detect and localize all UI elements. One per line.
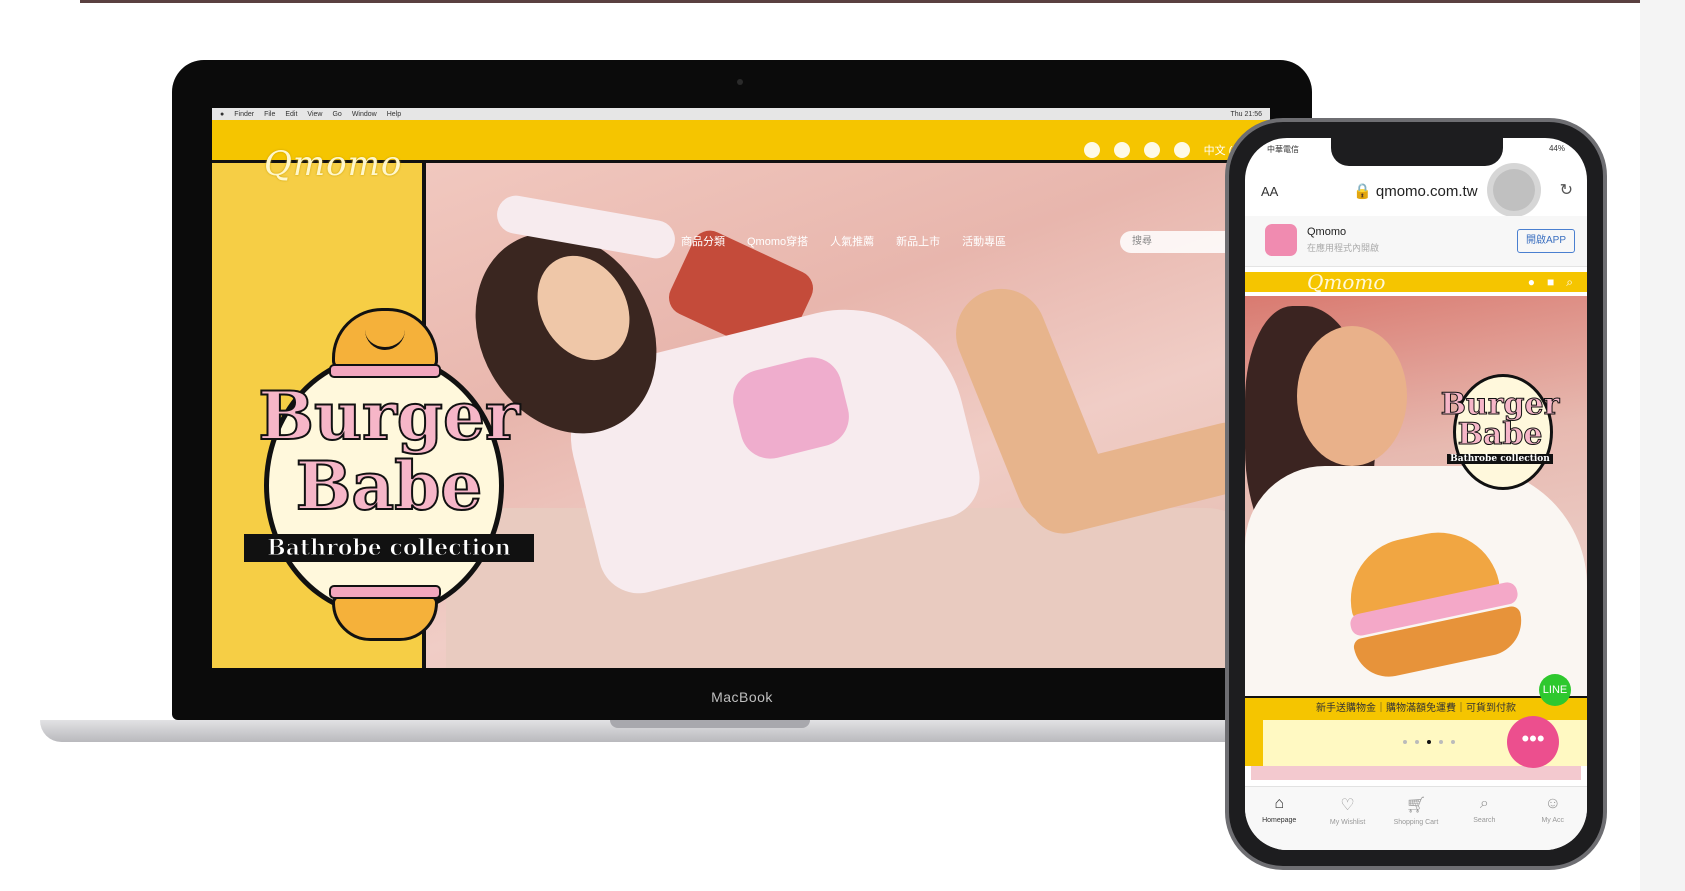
nav-item[interactable]: 人氣推薦: [830, 233, 874, 249]
burger-top-icon: [329, 308, 441, 378]
mobile-hero-banner[interactable]: Burger Babe Bathrobe collection: [1245, 296, 1587, 706]
text-size-button[interactable]: AA: [1261, 184, 1278, 199]
phone-notch: [1331, 138, 1503, 166]
cart-icon[interactable]: ■: [1547, 275, 1554, 290]
mobile-badge-line2: Babe: [1457, 417, 1543, 452]
account-icon: ☺: [1544, 795, 1561, 812]
carousel-dot[interactable]: [1451, 740, 1455, 744]
tab-label: My Acc: [1541, 817, 1565, 824]
tab-label: Homepage: [1262, 817, 1297, 824]
carousel-dot[interactable]: [1403, 740, 1407, 744]
phone-screen: 中華電信 44% AA 🔒 qmomo.com.tw ↻ Qmomo 在應用程式…: [1245, 138, 1587, 850]
tab-shopping-cart[interactable]: 🛒︎ Shopping Cart: [1386, 795, 1446, 850]
bottom-tab-bar: ⌂ Homepage ♡ My Wishlist 🛒︎ Shopping Car…: [1245, 786, 1587, 850]
open-app-button[interactable]: 開啟APP: [1517, 229, 1575, 253]
url-field[interactable]: 🔒 qmomo.com.tw: [1353, 182, 1478, 200]
laptop-brand-label: MacBook: [711, 689, 773, 705]
status-battery: 44%: [1548, 144, 1565, 153]
cart-icon[interactable]: [1143, 142, 1160, 158]
reload-icon[interactable]: ↻: [1560, 180, 1573, 200]
menu-help[interactable]: Help: [387, 111, 401, 118]
smart-app-banner: Qmomo 在應用程式內開啟 開啟APP: [1245, 216, 1587, 267]
globe-icon[interactable]: [1173, 142, 1190, 158]
badge-subtitle: Bathrobe collection: [244, 534, 534, 562]
user-icon[interactable]: ●: [1528, 275, 1535, 290]
site-nav: 商品分類 Qmomo穿搭 人氣推薦 新品上市 活動專區: [681, 233, 1006, 249]
app-description: 在應用程式內開啟: [1307, 243, 1380, 253]
nav-item[interactable]: 新品上市: [896, 233, 940, 249]
mobile-model-face: [1297, 326, 1407, 466]
hero-banner[interactable]: 商品分類 Qmomo穿搭 人氣推薦 新品上市 活動專區 搜尋: [426, 163, 1270, 668]
apple-menu-icon[interactable]: ●: [220, 111, 224, 118]
menu-go[interactable]: Go: [332, 111, 341, 118]
laptop-chin: MacBook: [172, 668, 1312, 720]
menu-window[interactable]: Window: [352, 111, 377, 118]
url-text: qmomo.com.tw: [1375, 183, 1478, 200]
menu-finder[interactable]: Finder: [234, 111, 254, 118]
home-icon: ⌂: [1274, 795, 1285, 812]
top-border: [80, 0, 1640, 3]
badge-title-line2: Babe: [295, 447, 484, 525]
tab-label: My Wishlist: [1329, 819, 1366, 826]
laptop-lid: ● Finder File Edit View Go Window Help T…: [172, 60, 1312, 720]
assistive-touch-button[interactable]: [1487, 163, 1541, 217]
site-logo[interactable]: Qmomo: [264, 144, 402, 184]
laptop-base: [40, 720, 1380, 742]
search-icon: ⌕: [1479, 795, 1489, 812]
line-chat-button[interactable]: LINE: [1539, 674, 1571, 706]
chat-button[interactable]: •••: [1507, 716, 1559, 768]
carousel-dots: [1403, 740, 1455, 744]
status-carrier: 中華電信: [1267, 145, 1299, 154]
tab-wishlist[interactable]: ♡ My Wishlist: [1318, 795, 1378, 850]
menubar-clock: Thu 21:56: [1230, 110, 1262, 118]
right-edge-strip: [1640, 0, 1685, 891]
heart-icon: ♡: [1340, 797, 1355, 814]
carousel-dot[interactable]: [1439, 740, 1443, 744]
mobile-badge-subtitle: Bathrobe collection: [1447, 454, 1553, 464]
laptop-camera: [737, 79, 743, 85]
burger-print-icon: [1335, 521, 1535, 686]
app-name: Qmomo: [1307, 226, 1347, 238]
tab-label: Search: [1473, 817, 1496, 824]
mobile-badge-line1: Burger: [1440, 387, 1560, 422]
nav-item[interactable]: 活動專區: [962, 233, 1006, 249]
mobile-burger-babe-badge: Burger Babe Bathrobe collection: [1425, 356, 1575, 496]
tab-account[interactable]: ☺ My Acc: [1523, 795, 1583, 850]
menu-edit[interactable]: Edit: [285, 111, 297, 118]
mobile-site-logo[interactable]: Qmomo: [1307, 270, 1385, 294]
tab-search[interactable]: ⌕ Search: [1454, 795, 1514, 850]
cart-icon: 🛒︎: [1405, 797, 1427, 814]
carousel-dot[interactable]: [1415, 740, 1419, 744]
mobile-icon[interactable]: [1083, 142, 1100, 158]
next-banner-preview: [1251, 766, 1581, 780]
search-icon[interactable]: ⌕: [1566, 275, 1573, 290]
carousel-dot-active[interactable]: [1427, 740, 1431, 744]
mobile-header-icons: ● ■ ⌕: [1528, 275, 1573, 290]
nav-item[interactable]: 商品分類: [681, 233, 725, 249]
phone-device: 中華電信 44% AA 🔒 qmomo.com.tw ↻ Qmomo 在應用程式…: [1225, 118, 1607, 870]
tab-label: Shopping Cart: [1393, 819, 1439, 826]
laptop-screen: ● Finder File Edit View Go Window Help T…: [212, 108, 1270, 668]
mac-menubar: ● Finder File Edit View Go Window Help T…: [212, 108, 1270, 120]
nav-item[interactable]: Qmomo穿搭: [747, 233, 808, 249]
burger-babe-badge: Burger Babe Bathrobe collection: [244, 298, 544, 641]
menu-file[interactable]: File: [264, 111, 275, 118]
laptop-notch: [610, 720, 810, 728]
user-icon[interactable]: [1113, 142, 1130, 158]
app-icon: [1265, 224, 1297, 256]
tab-homepage[interactable]: ⌂ Homepage: [1249, 795, 1309, 850]
menu-view[interactable]: View: [307, 111, 322, 118]
badge-title-line1: Burger: [257, 377, 520, 455]
